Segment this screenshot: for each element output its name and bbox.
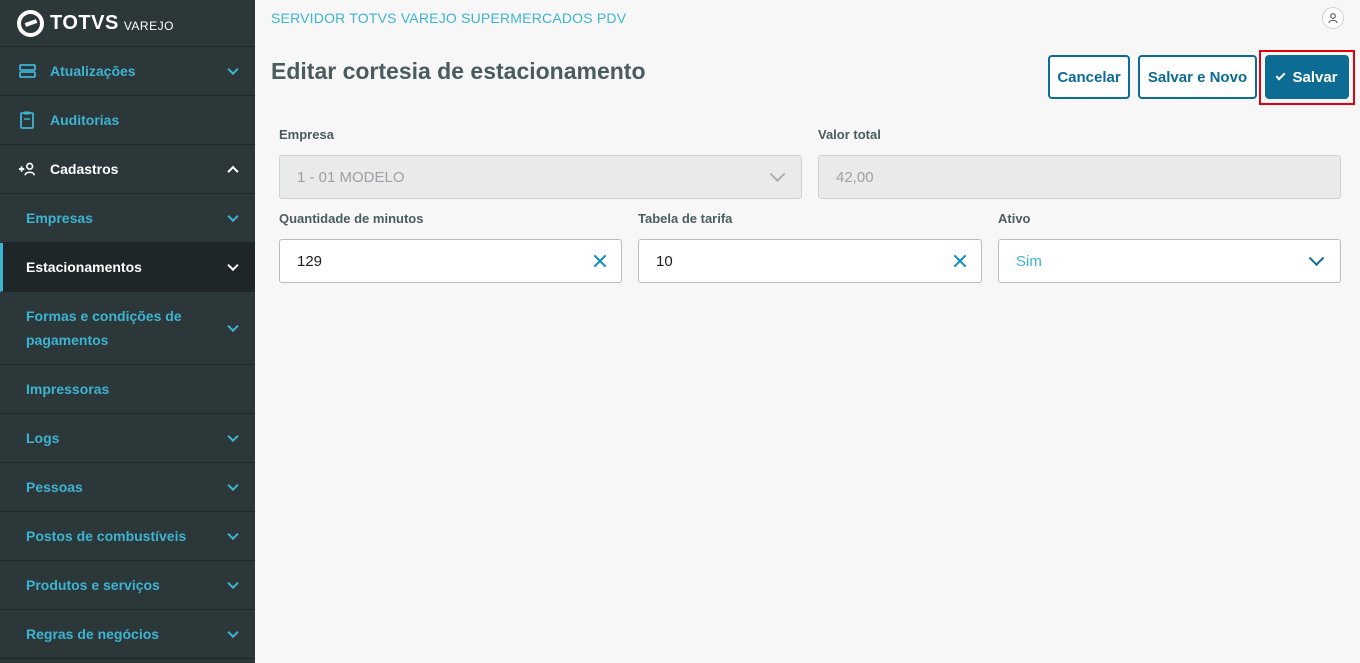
logo-text: TOTVS [50, 11, 119, 34]
sidebar-subitem-label: Empresas [26, 210, 93, 226]
sidebar-item-auditorias[interactable]: Auditorias [0, 96, 255, 145]
tabela-tarifa-label: Tabela de tarifa [638, 211, 733, 226]
ativo-value: Sim [1016, 252, 1042, 270]
chevron-down-icon [227, 479, 239, 492]
chevron-down-icon [227, 626, 239, 639]
sidebar-subitem-estacionamentos[interactable]: Estacionamentos [0, 243, 255, 292]
quantidade-minutos-input[interactable]: 129 [279, 239, 622, 283]
sidebar-item-label: Atualizações [50, 63, 136, 79]
chevron-down-icon [227, 528, 239, 541]
sidebar-subitem-label: Regras de negócios [26, 626, 160, 642]
logo-subtext: VAREJO [123, 18, 174, 33]
valor-total-field[interactable]: 42,00 [818, 155, 1341, 199]
user-menu-button[interactable] [1322, 7, 1344, 29]
quantidade-minutos-label: Quantidade de minutos [279, 211, 424, 226]
empresa-value: 1 - 01 MODELO [297, 168, 405, 186]
sidebar-subitem-label: Formas e condições de pagamentos [26, 308, 182, 348]
header: SERVIDOR TOTVS VAREJO SUPERMERCADOS PDV [255, 0, 1360, 36]
sidebar-subitem-formas-pagamento[interactable]: Formas e condições de pagamentos [0, 292, 255, 365]
sidebar-subitem-produtos[interactable]: Produtos e serviços [0, 561, 255, 610]
chevron-up-icon [227, 165, 239, 178]
clear-icon[interactable] [593, 254, 607, 268]
sidebar-subitem-empresas[interactable]: Empresas [0, 194, 255, 243]
cancel-button[interactable]: Cancelar [1048, 55, 1130, 99]
sidebar-subitem-impressoras[interactable]: Impressoras [0, 365, 255, 414]
sidebar-subitem-pessoas[interactable]: Pessoas [0, 463, 255, 512]
server-icon [18, 62, 36, 80]
sidebar-subitem-label: Produtos e serviços [26, 577, 160, 593]
valor-total-value: 42,00 [836, 168, 874, 186]
sidebar-subitem-label: Logs [26, 430, 60, 446]
sidebar-subitem-postos[interactable]: Postos de combustíveis [0, 512, 255, 561]
chevron-down-icon [1308, 250, 1325, 267]
chevron-down-icon [227, 430, 239, 443]
clear-icon[interactable] [953, 254, 967, 268]
chevron-down-icon [227, 320, 239, 333]
server-title: SERVIDOR TOTVS VAREJO SUPERMERCADOS PDV [271, 10, 627, 26]
totvs-logo-icon [17, 9, 44, 37]
tabela-tarifa-value: 10 [656, 252, 673, 270]
save-and-new-button[interactable]: Salvar e Novo [1138, 55, 1257, 99]
quantidade-minutos-value: 129 [297, 252, 323, 270]
sidebar-item-cadastros[interactable]: Cadastros [0, 145, 255, 194]
save-button[interactable]: Salvar [1265, 55, 1349, 99]
chevron-down-icon [227, 577, 239, 590]
ativo-label: Ativo [998, 211, 1031, 226]
valor-total-label: Valor total [818, 127, 881, 142]
user-icon [1328, 12, 1338, 23]
sidebar-item-label: Auditorias [50, 112, 120, 128]
logo[interactable]: TOTVS VAREJO [0, 0, 255, 47]
tabela-tarifa-input[interactable]: 10 [638, 239, 982, 283]
sidebar-subitem-regras[interactable]: Regras de negócios [0, 610, 255, 659]
add-user-icon [18, 160, 36, 178]
sidebar-item-label: Cadastros [50, 161, 119, 177]
save-button-label: Salvar [1292, 68, 1338, 86]
empresa-label: Empresa [279, 127, 334, 142]
sidebar-subitem-logs[interactable]: Logs [0, 414, 255, 463]
sidebar-subitem-label: Impressoras [26, 381, 110, 397]
chevron-down-icon [227, 63, 239, 76]
main-content: SERVIDOR TOTVS VAREJO SUPERMERCADOS PDV … [255, 0, 1360, 663]
empresa-select[interactable]: 1 - 01 MODELO [279, 155, 802, 199]
sidebar-subitem-label: Pessoas [26, 479, 83, 495]
ativo-select[interactable]: Sim [998, 239, 1341, 283]
sidebar-subitem-label: Estacionamentos [26, 259, 142, 275]
sidebar-item-atualizacoes[interactable]: Atualizações [0, 47, 255, 96]
chevron-down-icon [227, 210, 239, 223]
sidebar: TOTVS VAREJO Atualizações Auditorias Cad… [0, 0, 255, 663]
clipboard-icon [18, 111, 36, 129]
chevron-down-icon [769, 166, 786, 183]
page-title: Editar cortesia de estacionamento [271, 58, 646, 84]
chevron-down-icon [227, 259, 239, 272]
sidebar-subitem-label: Postos de combustíveis [26, 528, 187, 544]
check-icon [1276, 70, 1286, 81]
